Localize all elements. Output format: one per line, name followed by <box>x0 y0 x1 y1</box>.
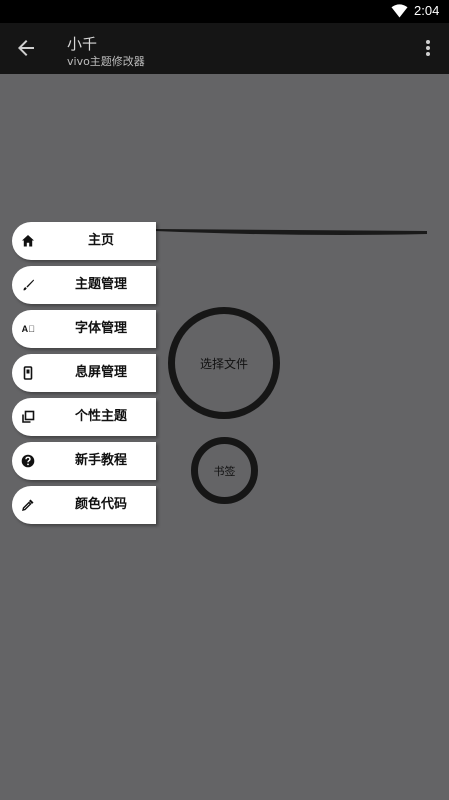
eyedropper-icon <box>20 497 36 513</box>
brush-icon <box>20 277 36 293</box>
select-file-label: 选择文件 <box>199 356 248 371</box>
menu-item-label: 字体管理 <box>74 321 127 336</box>
status-bar: 2:04 <box>0 0 449 23</box>
app-subtitle: vivo主题修改器 <box>67 55 145 68</box>
font-icon: A⃝ <box>21 324 35 334</box>
more-vert-icon[interactable] <box>420 36 436 60</box>
menu-item-color-code[interactable]: 颜色代码 <box>12 486 156 524</box>
back-arrow-icon[interactable] <box>14 36 38 60</box>
help-icon <box>20 453 36 469</box>
app-title: 小千 <box>67 35 98 53</box>
menu-item-label: 主题管理 <box>74 277 127 292</box>
menu-item-label: 新手教程 <box>74 453 127 468</box>
menu-item-font-manage[interactable]: A⃝ 字体管理 <box>12 310 156 348</box>
menu-item-label: 息屏管理 <box>74 365 127 380</box>
menu-item-label: 个性主题 <box>74 409 127 424</box>
menu-item-theme-manage[interactable]: 主题管理 <box>12 266 156 304</box>
select-file-button[interactable]: 选择文件 <box>168 307 280 419</box>
bookmark-label: 书签 <box>213 464 236 478</box>
menu-item-label: 颜色代码 <box>74 497 127 512</box>
menu-item-personal-theme[interactable]: 个性主题 <box>12 398 156 436</box>
bookmark-button[interactable]: 书签 <box>191 437 258 504</box>
status-time: 2:04 <box>414 3 440 18</box>
menu-item-aod-manage[interactable]: 息屏管理 <box>12 354 156 392</box>
menu-item-home[interactable]: 主页 <box>12 222 156 260</box>
app-bar: 小千 vivo主题修改器 <box>0 23 449 74</box>
wifi-icon <box>391 4 408 18</box>
menu-item-label: 主页 <box>87 233 114 248</box>
phone-icon <box>20 365 36 381</box>
menu-divider-line <box>155 229 427 235</box>
layers-icon <box>20 409 36 425</box>
home-icon <box>20 233 36 249</box>
menu-item-tutorial[interactable]: 新手教程 <box>12 442 156 480</box>
